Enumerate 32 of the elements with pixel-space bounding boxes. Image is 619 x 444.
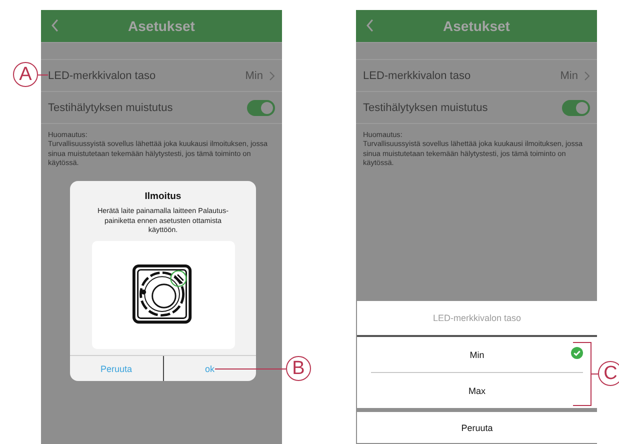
leader-line — [215, 368, 286, 370]
screen-title: Asetukset — [443, 18, 510, 34]
dialog-button[interactable]: ok — [162, 356, 256, 381]
callout-marker: A — [13, 62, 38, 87]
toggle-switch[interactable] — [562, 100, 590, 116]
row-value: Min — [560, 70, 578, 82]
bracket-line — [573, 342, 598, 406]
leader-line — [38, 74, 48, 76]
row-label: Testihälytyksen muistutus — [363, 102, 489, 114]
cancel-button[interactable]: Peruuta — [357, 412, 597, 443]
back-icon[interactable] — [366, 18, 374, 33]
row-label: Testihälytyksen muistutus — [48, 102, 174, 114]
row-label: LED-merkkivalon taso — [363, 70, 472, 82]
back-icon[interactable] — [51, 18, 59, 33]
screen-title: Asetukset — [128, 18, 195, 34]
chevron-icon — [269, 70, 275, 80]
callout-marker: B — [286, 356, 311, 381]
device-drawing — [132, 264, 194, 326]
sheet-title: LED-merkkivalon taso — [432, 313, 522, 323]
settings-row[interactable]: LED-merkkivalon taso Min — [356, 60, 597, 92]
row-value: Min — [245, 70, 263, 82]
dialog-title: Ilmoitus — [144, 191, 182, 202]
toggle-switch[interactable] — [247, 100, 275, 116]
settings-row[interactable]: Testihälytyksen muistutus — [356, 92, 597, 124]
dialog-button[interactable]: Peruuta — [70, 356, 162, 381]
callout-marker: C — [598, 361, 619, 386]
option-item[interactable]: Min — [371, 337, 583, 372]
option-item[interactable]: Max — [371, 372, 583, 408]
settings-row[interactable]: Testihälytyksen muistutus — [41, 92, 282, 124]
row-label: LED-merkkivalon taso — [48, 70, 157, 82]
chevron-icon — [584, 70, 590, 80]
settings-row[interactable]: LED-merkkivalon taso Min — [41, 60, 282, 92]
